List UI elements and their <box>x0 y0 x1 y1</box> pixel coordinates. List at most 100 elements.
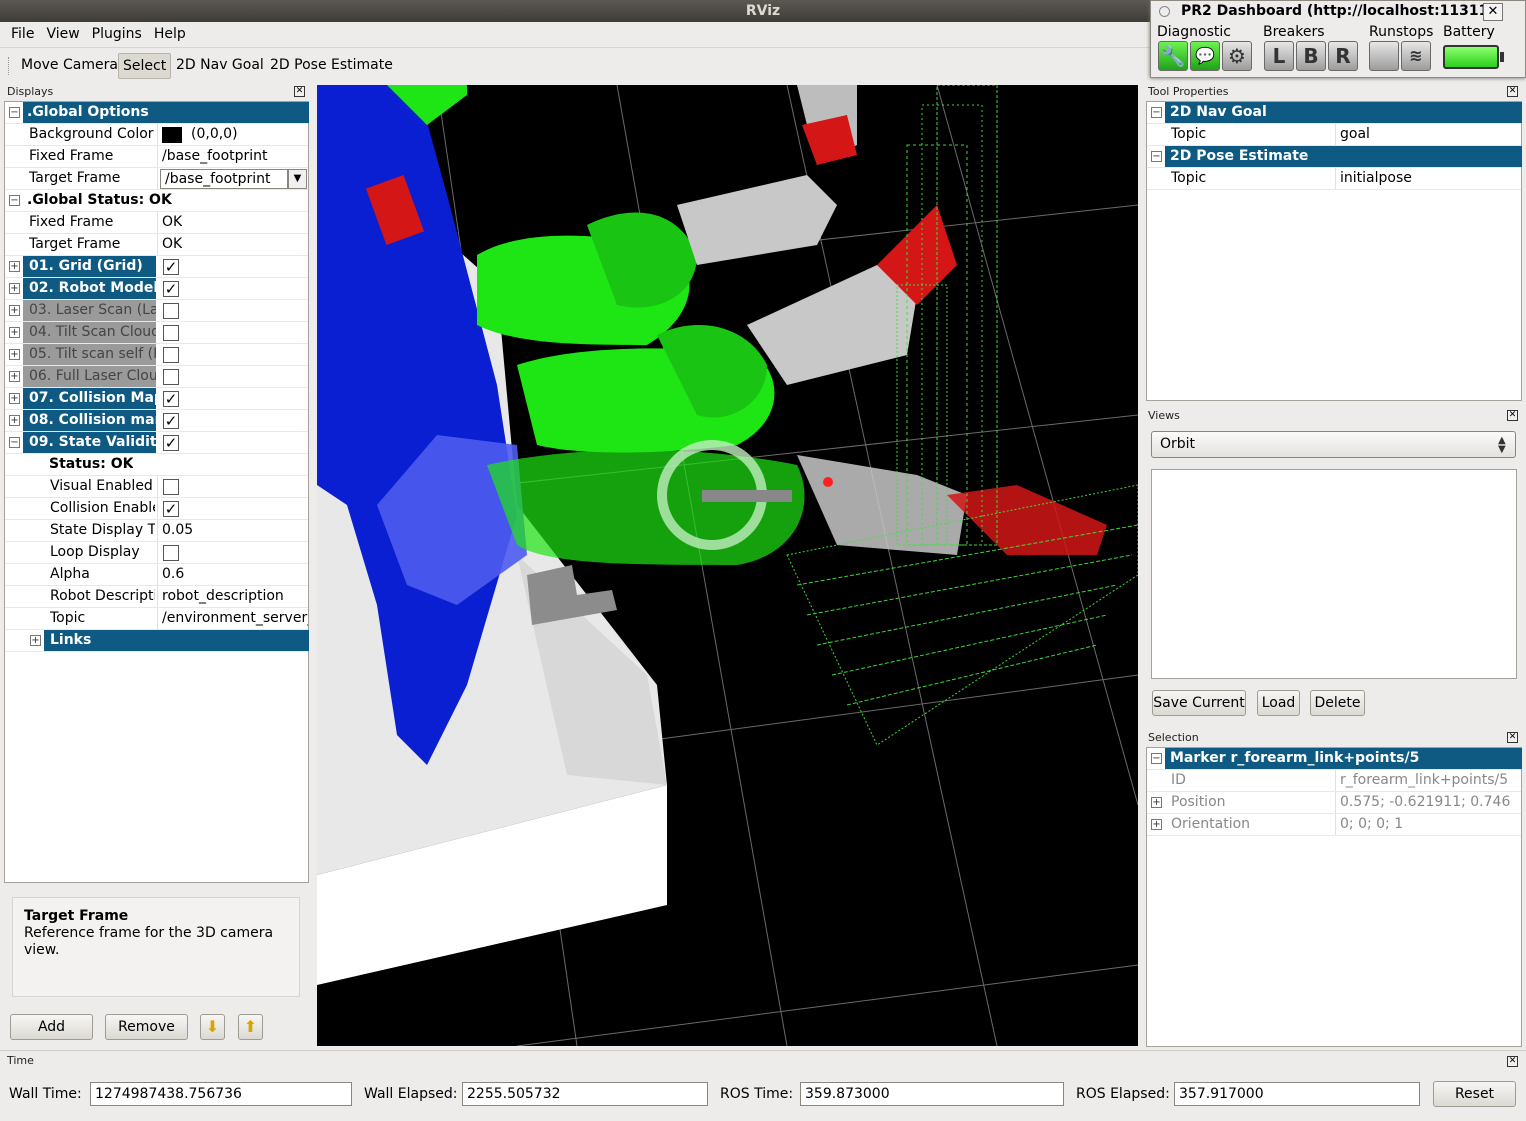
collision-enabled-checkbox[interactable]: ✓ <box>163 501 179 517</box>
diagnostic-console-icon[interactable]: 💬 <box>1190 41 1220 71</box>
display-tilt-scan-cloud-checkbox[interactable] <box>163 325 179 341</box>
menu-file[interactable]: File <box>5 22 40 42</box>
wall-time-field[interactable]: 1274987438.756736 <box>90 1082 352 1106</box>
dashboard-close-icon[interactable]: ✕ <box>1483 3 1503 21</box>
wall-time-label: Wall Time: <box>9 1086 82 1102</box>
expander-plus-icon[interactable]: + <box>9 349 20 360</box>
expander-minus-icon[interactable]: − <box>1151 753 1162 764</box>
runstop-wireless-icon[interactable]: ≋ <box>1401 41 1431 71</box>
target-frame-combo[interactable]: /base_footprint <box>160 169 288 189</box>
remove-display-button[interactable]: Remove <box>105 1014 188 1040</box>
views-close-icon[interactable]: ✕ <box>1507 410 1518 421</box>
wall-elapsed-field[interactable]: 2255.505732 <box>462 1082 708 1106</box>
topic-value[interactable]: /environment_server_r <box>162 608 308 629</box>
display-grid-checkbox[interactable]: ✓ <box>163 259 179 275</box>
display-collision-markers[interactable]: 08. Collision mar <box>23 410 156 431</box>
add-display-button[interactable]: Add <box>10 1014 93 1040</box>
expander-plus-icon[interactable]: + <box>9 371 20 382</box>
status-target-frame-value: OK <box>162 236 183 252</box>
breaker-left-button[interactable]: L <box>1264 41 1294 71</box>
display-full-laser-cloud[interactable]: 06. Full Laser Cloud <box>23 366 156 387</box>
expander-minus-icon[interactable]: − <box>1151 107 1162 118</box>
ros-elapsed-field[interactable]: 357.917000 <box>1174 1082 1420 1106</box>
display-collision-map-checkbox[interactable]: ✓ <box>163 391 179 407</box>
prop-fixed-frame-value[interactable]: /base_footprint <box>162 146 268 167</box>
display-tilt-scan-cloud[interactable]: 04. Tilt Scan Cloud ( <box>23 322 156 343</box>
display-robot-model-checkbox[interactable]: ✓ <box>163 281 179 297</box>
wall-elapsed-label: Wall Elapsed: <box>364 1086 458 1102</box>
display-grid[interactable]: 01. Grid (Grid) <box>23 256 156 277</box>
tool-pose-estimate[interactable]: 2D Pose Estimate <box>1165 146 1522 167</box>
visual-enabled-checkbox[interactable] <box>163 479 179 495</box>
selected-marker[interactable]: Marker r_forearm_link+points/5 <box>1165 748 1522 769</box>
expander-plus-icon[interactable]: + <box>30 635 41 646</box>
views-type-combo[interactable]: Orbit <box>1151 431 1516 458</box>
robot-description-value[interactable]: robot_description <box>162 586 308 607</box>
tool-2d-nav-goal[interactable]: 2D Nav Goal <box>172 53 268 79</box>
alpha-value[interactable]: 0.6 <box>162 564 184 585</box>
selection-close-icon[interactable]: ✕ <box>1507 732 1518 743</box>
toolbar-grip[interactable] <box>8 57 11 75</box>
expander-plus-icon[interactable]: + <box>9 415 20 426</box>
menu-help[interactable]: Help <box>148 22 192 42</box>
menu-view[interactable]: View <box>40 22 85 42</box>
expander-minus-icon[interactable]: − <box>9 195 20 206</box>
display-laser-scan-checkbox[interactable] <box>163 303 179 319</box>
display-collision-markers-checkbox[interactable]: ✓ <box>163 413 179 429</box>
robot-description-label: Robot Descriptio <box>50 588 155 604</box>
expander-minus-icon[interactable]: − <box>9 437 20 448</box>
display-laser-scan[interactable]: 03. Laser Scan (Lase <box>23 300 156 321</box>
alpha-label: Alpha <box>50 566 90 582</box>
battery-icon[interactable] <box>1443 45 1499 69</box>
display-state-validity-checkbox[interactable]: ✓ <box>163 435 179 451</box>
links-category[interactable]: Links <box>44 630 309 651</box>
display-robot-model[interactable]: 02. Robot Model <box>23 278 156 299</box>
load-view-button[interactable]: Load <box>1257 690 1300 716</box>
delete-view-button[interactable]: Delete <box>1310 690 1365 716</box>
nav-goal-topic-value[interactable]: goal <box>1340 124 1370 145</box>
tool-nav-goal[interactable]: 2D Nav Goal <box>1165 102 1522 123</box>
expander-plus-icon[interactable]: + <box>1151 797 1162 808</box>
pose-estimate-topic-value[interactable]: initialpose <box>1340 168 1412 189</box>
arrow-up-icon[interactable]: ⬆ <box>238 1014 263 1040</box>
tool-2d-pose-estimate[interactable]: 2D Pose Estimate <box>266 53 397 79</box>
expander-plus-icon[interactable]: + <box>9 393 20 404</box>
expander-plus-icon[interactable]: + <box>9 261 20 272</box>
diagnostic-gear-icon[interactable]: ⚙ <box>1222 41 1252 71</box>
display-full-laser-cloud-checkbox[interactable] <box>163 369 179 385</box>
bg-color-swatch[interactable] <box>162 127 182 143</box>
window-circle-icon[interactable] <box>1159 6 1170 17</box>
tool-select[interactable]: Select <box>118 53 172 79</box>
expander-plus-icon[interactable]: + <box>9 327 20 338</box>
expander-plus-icon[interactable]: + <box>9 283 20 294</box>
display-collision-map[interactable]: 07. Collision Map <box>23 388 156 409</box>
expander-minus-icon[interactable]: − <box>1151 151 1162 162</box>
tool-properties-close-icon[interactable]: ✕ <box>1507 86 1518 97</box>
tool-move-camera[interactable]: Move Camera <box>17 53 122 79</box>
category-global-options[interactable]: .Global Options <box>23 102 309 123</box>
prop-bg-color-value[interactable]: (0,0,0) <box>191 124 238 145</box>
save-current-view-button[interactable]: Save Current <box>1152 690 1246 716</box>
views-list[interactable] <box>1151 469 1517 679</box>
time-close-icon[interactable]: ✕ <box>1507 1056 1518 1067</box>
state-display-time-value[interactable]: 0.05 <box>162 520 193 541</box>
runstop-button-icon[interactable] <box>1369 41 1399 71</box>
arrow-down-icon[interactable]: ⬇ <box>200 1014 225 1040</box>
breaker-right-button[interactable]: R <box>1328 41 1358 71</box>
reset-time-button[interactable]: Reset <box>1433 1081 1516 1107</box>
displays-close-icon[interactable]: ✕ <box>294 86 305 97</box>
breaker-base-button[interactable]: B <box>1296 41 1326 71</box>
expander-minus-icon[interactable]: − <box>9 107 20 118</box>
ros-time-field[interactable]: 359.873000 <box>800 1082 1064 1106</box>
loop-display-checkbox[interactable] <box>163 545 179 561</box>
menu-plugins[interactable]: Plugins <box>86 22 148 42</box>
expander-plus-icon[interactable]: + <box>9 305 20 316</box>
chevron-down-icon[interactable]: ▼ <box>288 169 307 189</box>
diagnostic-wrench-icon[interactable]: 🔧 <box>1158 41 1188 71</box>
display-tilt-scan-self[interactable]: 05. Tilt scan self (Po <box>23 344 156 365</box>
display-tilt-scan-self-checkbox[interactable] <box>163 347 179 363</box>
display-state-validity[interactable]: 09. State Validity <box>23 432 156 453</box>
render-viewport[interactable] <box>317 85 1138 1046</box>
expander-plus-icon[interactable]: + <box>1151 819 1162 830</box>
category-global-status[interactable]: .Global Status: OK <box>27 190 172 211</box>
